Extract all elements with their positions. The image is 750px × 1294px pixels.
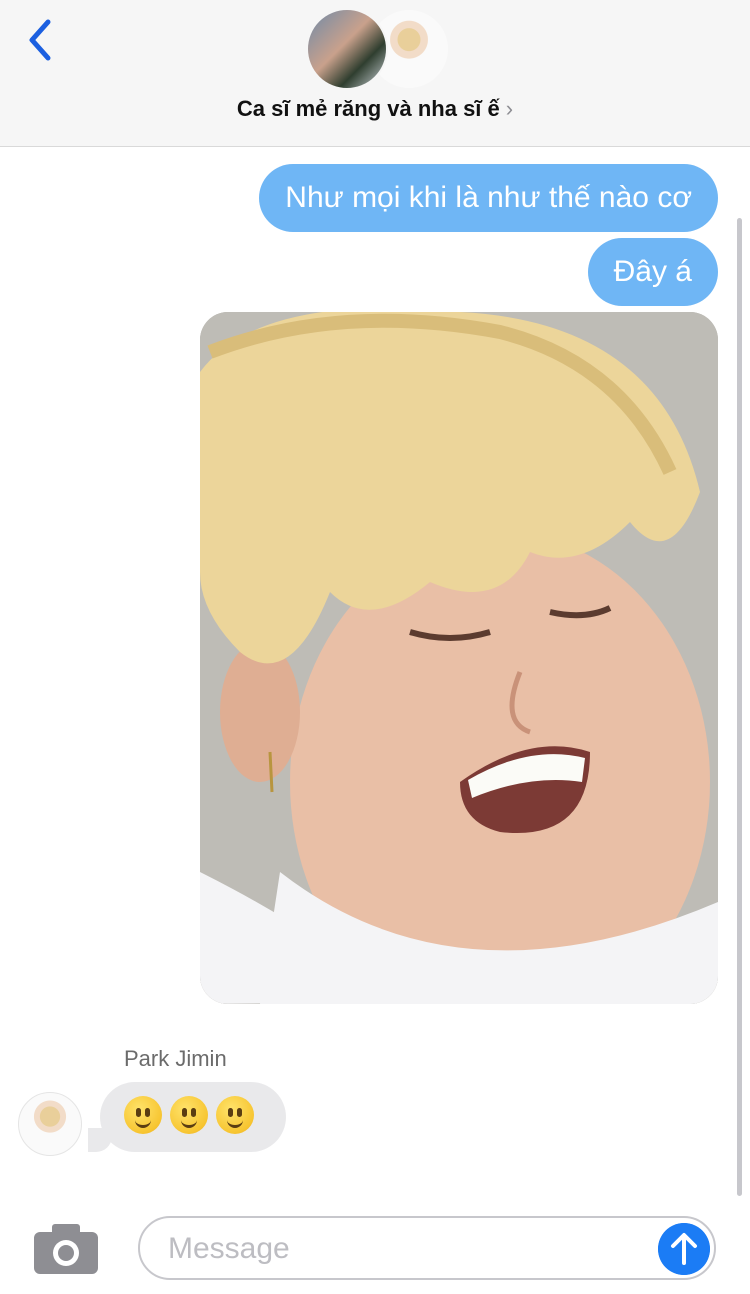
camera-icon[interactable]	[34, 1222, 98, 1274]
sender-name: Park Jimin	[124, 1046, 227, 1071]
group-avatar-1	[306, 8, 388, 90]
outgoing-photo-message[interactable]	[200, 312, 718, 1004]
bubble-tail	[88, 1128, 112, 1152]
message-placeholder: Message	[168, 1232, 290, 1265]
conversation-header: Ca sĩ mẻ răng và nha sĩ ế ›	[0, 0, 750, 147]
laughing-person-photo	[200, 312, 718, 1004]
outgoing-message[interactable]: Như mọi khi là như thế nào cơ	[259, 164, 718, 232]
conversation-title-text: Ca sĩ mẻ răng và nha sĩ ế	[236, 96, 500, 121]
sender-avatar[interactable]	[18, 1092, 82, 1156]
conversation-title[interactable]: Ca sĩ mẻ răng và nha sĩ ế ›	[0, 96, 750, 122]
back-chevron-icon[interactable]	[24, 16, 60, 64]
chevron-right-icon: ›	[505, 96, 514, 121]
scrollbar[interactable]	[737, 218, 742, 1196]
group-avatars[interactable]	[306, 8, 450, 90]
outgoing-message[interactable]: Đây á	[587, 238, 718, 306]
message-input[interactable]: Message	[138, 1216, 716, 1280]
slightly-smiling-face-emoji	[170, 1096, 208, 1134]
slightly-smiling-face-emoji	[124, 1096, 162, 1134]
arrow-up-icon[interactable]	[658, 1223, 710, 1275]
slightly-smiling-face-emoji	[216, 1096, 254, 1134]
incoming-message[interactable]	[88, 1082, 286, 1152]
emoji-content	[124, 1096, 254, 1134]
